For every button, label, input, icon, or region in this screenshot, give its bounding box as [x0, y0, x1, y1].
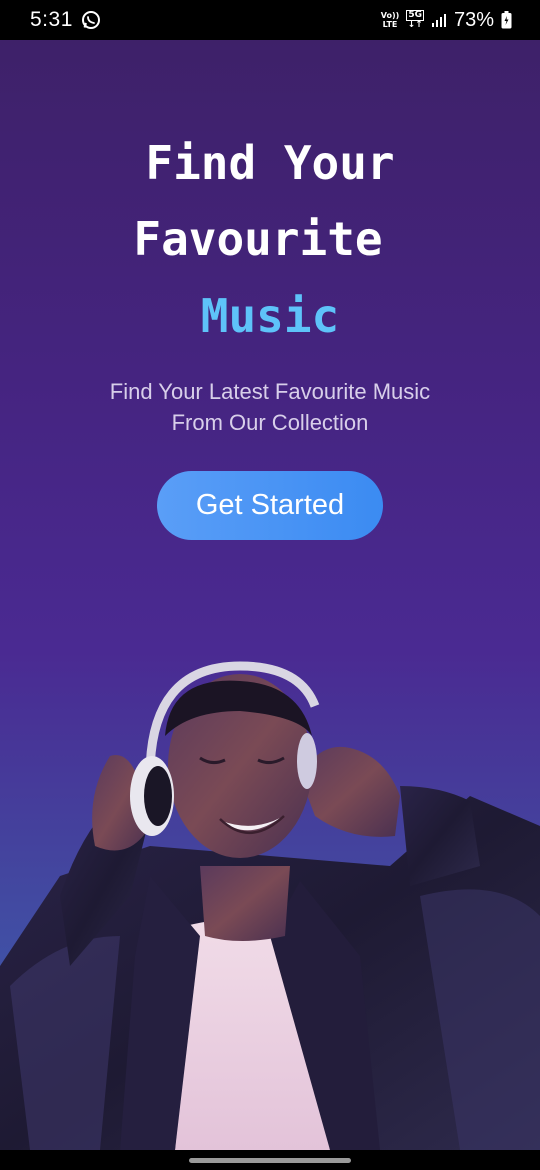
- status-bar: 5:31 Vo)) LTE 5G ↓↑ 73%: [0, 0, 540, 40]
- screen: 5:31 Vo)) LTE 5G ↓↑ 73% Find Your Favour…: [0, 0, 540, 1170]
- subtitle-line-1: Find Your Latest Favourite Music: [109, 379, 431, 404]
- battery-icon: [501, 11, 512, 29]
- 5g-icon: 5G ↓↑: [406, 10, 424, 30]
- home-indicator[interactable]: [189, 1158, 351, 1163]
- system-nav-bar: [0, 1150, 540, 1170]
- title-line-2: Favourite: [133, 212, 383, 266]
- get-started-button[interactable]: Get Started: [157, 471, 383, 540]
- signal-icon: [431, 14, 446, 27]
- battery-percent: 73%: [453, 8, 494, 31]
- whatsapp-icon: [81, 11, 100, 29]
- title-line-3-accent: Music: [200, 289, 340, 343]
- status-right: Vo)) LTE 5G ↓↑ 73%: [381, 9, 512, 32]
- subtitle: Find Your Latest Favourite Music From Ou…: [0, 376, 540, 438]
- subtitle-line-2: From Our Collection: [171, 410, 369, 435]
- hero-image-man-with-headphones: [0, 661, 540, 1150]
- onboarding-screen: Find Your Favourite Music Find Your Late…: [0, 40, 540, 1150]
- status-left: 5:31: [30, 8, 101, 32]
- volte-icon: Vo)) LTE: [380, 11, 400, 29]
- title-line-1: Find Your: [145, 136, 395, 190]
- status-time: 5:31: [30, 8, 73, 31]
